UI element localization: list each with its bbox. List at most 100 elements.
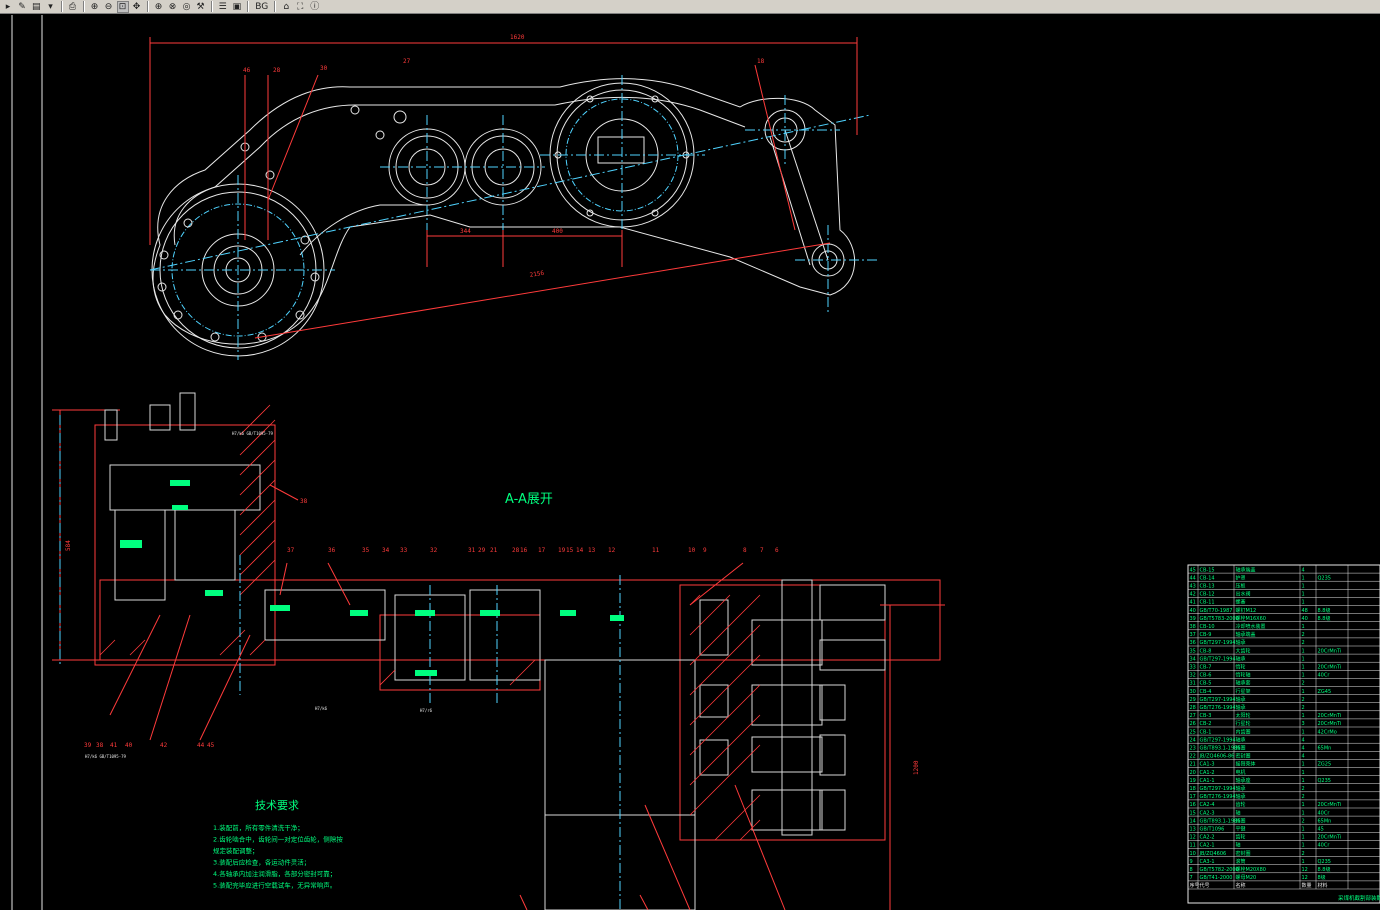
- zoom-prev-icon[interactable]: ⊕: [153, 1, 165, 13]
- bom-cell: CB-6: [1200, 673, 1212, 679]
- balloon-callout-left: 38: [300, 498, 308, 505]
- balloon-section: 16: [520, 547, 528, 554]
- bom-cell: 挡圈: [1236, 817, 1246, 824]
- info-icon[interactable]: ⓘ: [308, 1, 321, 13]
- dim-top-overall: 1620: [510, 34, 525, 41]
- zoom-in-icon[interactable]: ⊕: [89, 1, 101, 13]
- bom-cell: 1: [1302, 592, 1305, 598]
- tool-icon[interactable]: ✎: [16, 1, 28, 13]
- bom-cell: 1: [1302, 656, 1305, 662]
- bom-cell: 65Mn: [1318, 746, 1332, 752]
- bom-cell: 1: [1302, 762, 1305, 768]
- bom-cell: Q235: [1318, 859, 1331, 865]
- layers-icon[interactable]: ▤: [30, 1, 43, 13]
- dropdown-icon[interactable]: ▾: [45, 1, 57, 13]
- bom-cell: CB-13: [1200, 584, 1215, 590]
- page-icon[interactable]: ▣: [231, 1, 244, 13]
- bom-cell: 22: [1190, 754, 1196, 760]
- balloon-top-4: 27: [403, 58, 411, 65]
- bom-table: 45 CB-15 轴承端盖 444 CB-14 护罩 1 Q23543 CB-13 压板 142 CB…: [1187, 564, 1380, 904]
- bom-cell: 螺栓M16X60: [1236, 615, 1266, 622]
- bom-cell: GB/T297-1994: [1200, 640, 1236, 646]
- balloon-section: 12: [608, 547, 616, 554]
- tech-line: 3.装配后应检查，各运动件灵活；: [213, 858, 310, 867]
- bom-cell: 39: [1190, 616, 1196, 622]
- open-icon[interactable]: ▸: [2, 1, 14, 13]
- bom-cell: 行星轮: [1236, 720, 1251, 727]
- bom-cell: GB/T70-1987: [1200, 608, 1233, 614]
- bom-cell: 1: [1302, 729, 1305, 735]
- bom-cell: 出水阀: [1236, 591, 1251, 598]
- bom-cell: 33: [1190, 665, 1196, 671]
- drum-lines: [519, 784, 786, 910]
- print-icon[interactable]: ⎙: [67, 1, 79, 13]
- pan-icon[interactable]: ✥: [131, 1, 143, 13]
- bom-cell: 2: [1302, 786, 1305, 792]
- bom-cell: 27: [1190, 713, 1196, 719]
- balloon-bottom-1: 39: [84, 742, 92, 749]
- bom-cell: 2: [1302, 794, 1305, 800]
- bookmark-icon[interactable]: ⛶: [294, 1, 306, 13]
- bom-cell: 轴承: [1236, 785, 1246, 792]
- bom-cell: CA1-3: [1200, 762, 1215, 768]
- balloon-bottom-5: 42: [160, 742, 168, 749]
- bom-cell: 42: [1190, 592, 1196, 598]
- balloon-bottom-6: 44: [197, 742, 205, 749]
- balloon-section: 6: [775, 547, 779, 554]
- bom-cell: 12: [1302, 875, 1308, 881]
- bom-cell: CB-4: [1200, 689, 1212, 695]
- bom-cell: 1: [1302, 835, 1305, 841]
- dim-sub-a: 344: [460, 228, 471, 235]
- bom-header-cell: 材料: [1318, 882, 1328, 889]
- bom-cell: 2: [1302, 640, 1305, 646]
- background-toggle[interactable]: BG: [253, 1, 270, 13]
- balloon-section: 29: [478, 547, 486, 554]
- zoom-all-icon[interactable]: ⊗: [167, 1, 179, 13]
- bom-cell: 护罩: [1236, 574, 1246, 581]
- bom-cell: 1: [1302, 778, 1305, 784]
- toolbar-separator: [247, 1, 250, 12]
- zoom-window-icon[interactable]: ⊡: [116, 0, 129, 13]
- bom-cell: 9: [1190, 859, 1193, 865]
- toolbar-separator: [274, 1, 277, 12]
- rocker-arm-top-view: 1620 344 400 2156 46 28 30 27 18: [149, 34, 880, 360]
- gear-markers: [120, 480, 624, 676]
- bom-cell: 1: [1302, 624, 1305, 630]
- bom-cell: 20CrMnTi: [1318, 721, 1342, 727]
- bom-cell: 摇臂壳体: [1236, 761, 1256, 768]
- zoom-extents-icon[interactable]: ◎: [181, 1, 193, 13]
- balloon-section: 32: [430, 547, 438, 554]
- bom-cell: 1: [1302, 810, 1305, 816]
- bom-cell: 30: [1190, 689, 1196, 695]
- section-shafts: [104, 392, 886, 910]
- bom-cell: GB/T5782-2000: [1200, 867, 1239, 873]
- zoom-out-icon[interactable]: ⊖: [103, 1, 115, 13]
- drawing-canvas[interactable]: 1620 344 400 2156 46 28 30 27 18 37 36 3…: [0, 15, 1380, 910]
- tech-line: 规定装配调整；: [213, 846, 259, 855]
- bom-cell: CB-1: [1200, 729, 1212, 735]
- balloon-section: 34: [382, 547, 390, 554]
- bom-cell: GB/T41-2000: [1200, 875, 1233, 881]
- home-icon[interactable]: ⌂: [280, 1, 292, 13]
- bom-cell: 8: [1190, 867, 1193, 873]
- bom-cell: CA2-3: [1200, 810, 1215, 816]
- section-dim-lines: [880, 604, 945, 910]
- bom-cell: 惰轮: [1236, 664, 1246, 671]
- bom-cell: GB/T5783-2000: [1200, 616, 1239, 622]
- balloon-section: 7: [760, 547, 764, 554]
- bom-title: 采煤机截割部装配图: [1338, 894, 1380, 902]
- bom-cell: 1: [1302, 843, 1305, 849]
- bom-cell: 35: [1190, 648, 1196, 654]
- bom-cell: 轴承座: [1236, 777, 1251, 784]
- section-view-aa: 37 36 35 34 33 32 31 29 21 28 16 17 19 15 14 13 12 11 10 9 8…: [52, 392, 945, 910]
- layer-list-icon[interactable]: ☰: [217, 1, 229, 13]
- bom-cell: 45: [1190, 567, 1196, 573]
- bom-cell: 内齿圈: [1236, 728, 1251, 735]
- balloon-section: 19: [558, 547, 566, 554]
- measure-icon[interactable]: ⚒: [195, 1, 207, 13]
- bom-cell: GB/T297-1994: [1200, 697, 1236, 703]
- bom-cell: 螺栓M20X80: [1236, 866, 1266, 873]
- bom-cell: ZG25: [1318, 762, 1332, 768]
- bom-header-cell: 代号: [1200, 882, 1210, 889]
- bom-cell: Q235: [1318, 778, 1331, 784]
